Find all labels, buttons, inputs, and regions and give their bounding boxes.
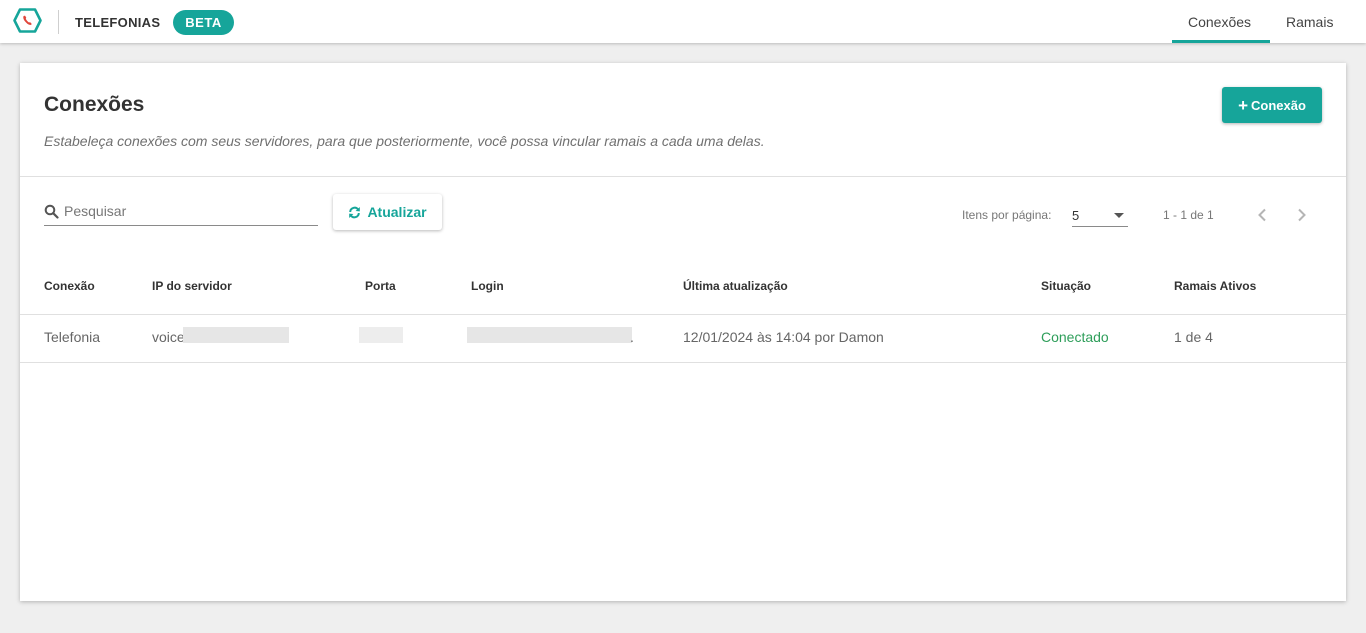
- cell-ramais-ativos: 1 de 4: [1174, 329, 1213, 345]
- status-badge: Conectado: [1041, 329, 1109, 345]
- cell-login: .: [630, 329, 634, 345]
- refresh-label: Atualizar: [367, 204, 427, 220]
- chevron-left-icon: [1258, 208, 1266, 222]
- app-name: TELEFONIAS: [75, 15, 161, 30]
- table-row-separator: [20, 362, 1346, 363]
- add-connection-button[interactable]: + Conexão: [1222, 87, 1322, 123]
- pagination-range: 1 - 1 de 1: [1163, 208, 1214, 222]
- connections-card: Conexões Estabeleça conexões com seus se…: [20, 63, 1346, 601]
- beta-badge: BETA: [173, 10, 234, 35]
- header-separator: [20, 176, 1346, 177]
- cell-conexao: Telefonia: [44, 329, 101, 345]
- items-per-page-select[interactable]: 5: [1072, 203, 1128, 227]
- column-header-login[interactable]: Login: [471, 279, 504, 293]
- active-tab-indicator: [1172, 40, 1270, 43]
- top-bar: TELEFONIAS BETA Conexões Ramais: [0, 0, 1366, 43]
- column-header-ultima-atualizacao[interactable]: Última atualização: [683, 279, 788, 293]
- header-divider: [58, 10, 59, 34]
- previous-page-button[interactable]: [1250, 203, 1274, 227]
- search-icon: [44, 204, 59, 219]
- redacted-ip: [183, 327, 289, 343]
- search-input[interactable]: [64, 201, 314, 221]
- caret-down-icon: [1114, 213, 1124, 218]
- column-header-ip[interactable]: IP do servidor: [152, 279, 232, 293]
- refresh-button[interactable]: Atualizar: [333, 194, 442, 230]
- cell-ip: voice: [152, 329, 185, 345]
- column-header-conexao[interactable]: Conexão: [44, 279, 95, 293]
- table-header-separator: [20, 314, 1346, 315]
- redacted-login: [467, 327, 632, 343]
- items-per-page-value: 5: [1072, 208, 1080, 223]
- redacted-porta: [359, 327, 403, 343]
- tab-conexoes[interactable]: Conexões: [1188, 14, 1251, 30]
- items-per-page-label: Itens por página:: [962, 208, 1052, 222]
- column-header-porta[interactable]: Porta: [365, 279, 396, 293]
- next-page-button[interactable]: [1290, 203, 1314, 227]
- refresh-icon: [349, 206, 361, 218]
- tab-ramais[interactable]: Ramais: [1286, 14, 1333, 30]
- column-header-ramais-ativos[interactable]: Ramais Ativos: [1174, 279, 1256, 293]
- page-description: Estabeleça conexões com seus servidores,…: [44, 133, 765, 149]
- page-title: Conexões: [44, 93, 145, 116]
- plus-icon: +: [1238, 95, 1249, 115]
- phone-hexagon-icon[interactable]: [13, 8, 42, 33]
- chevron-right-icon: [1298, 208, 1306, 222]
- cell-ultima-atualizacao: 12/01/2024 às 14:04 por Damon: [683, 329, 884, 345]
- search-field[interactable]: [44, 199, 318, 226]
- add-connection-label: Conexão: [1251, 97, 1306, 113]
- column-header-situacao[interactable]: Situação: [1041, 279, 1091, 293]
